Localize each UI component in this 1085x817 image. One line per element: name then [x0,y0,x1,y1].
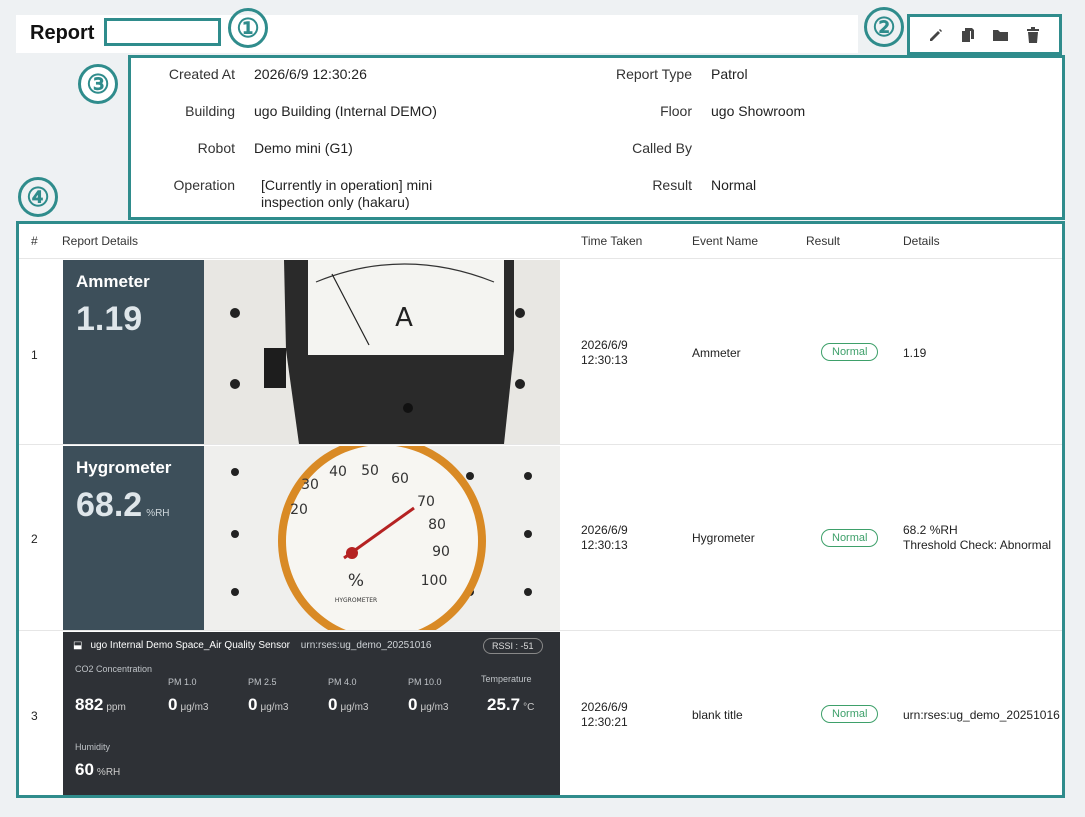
hygrometer-photo: 20 30 40 50 60 70 80 90 100 % HYGROMETER [204,446,560,630]
reading-value: 25.7 °C [487,695,535,714]
robot-icon: ⬓ [73,640,83,651]
time-taken: 2026/6/9 12:30:13 [581,523,628,552]
created-at-label: Created At [168,66,235,82]
reading-label: CO2 Concentration [75,664,153,674]
operation-label: Operation [173,177,235,193]
building-label: Building [185,103,235,119]
sensor-header: ⬓ ugo Internal Demo Space_Air Quality Sen… [73,640,431,651]
reading-label: PM 1.0 [168,677,197,687]
report-image-hygrometer[interactable]: Hygrometer 68.2 %RH 20 30 40 50 60 70 80… [63,446,560,630]
rssi-badge: RSSI : -51 [483,638,543,654]
folder-icon [993,29,1009,41]
building-value: ugo Building (Internal DEMO) [254,103,437,119]
details: 68.2 %RH Threshold Check: Abnormal [903,523,1052,552]
page-title: Report [30,22,95,44]
event-name: Ammeter [692,346,741,360]
time-taken: 2026/6/9 12:30:21 [581,700,628,729]
reading-value: 0 μg/m3 [168,695,209,714]
col-header-details: Details [903,234,940,248]
time-taken: 2026/6/9 12:30:13 [581,338,628,367]
details: 1.19 [903,346,927,360]
callout-1: ① [228,8,268,48]
table-row[interactable]: 1 Ammeter 1.19 A 2026/6/9 12:30:13 Ammet… [19,258,1062,444]
sensor-title: ugo Internal Demo Space_Air Quality Sens… [90,640,291,651]
reading-value: 0 μg/m3 [248,695,289,714]
svg-text:60: 60 [391,471,409,487]
reading-value: 0 μg/m3 [408,695,449,714]
created-at-value: 2026/6/9 12:30:26 [254,66,367,82]
svg-text:100: 100 [421,573,448,589]
result-value: Normal [711,177,757,193]
callout-4: ④ [18,177,58,217]
trash-icon [1026,26,1039,43]
svg-text:80: 80 [428,517,446,533]
svg-text:%: % [348,571,364,591]
air-quality-sensor-card[interactable]: ⬓ ugo Internal Demo Space_Air Quality Sen… [63,632,560,795]
callout-3: ③ [78,64,118,104]
table-row[interactable]: 3 ⬓ ugo Internal Demo Space_Air Quality S… [19,630,1062,796]
table-row[interactable]: 2 Hygrometer 68.2 %RH 20 30 40 50 60 70 … [19,444,1062,630]
status-badge: Normal [821,705,879,723]
reading-value: 0 μg/m3 [328,695,369,714]
report-meta-panel: Created At 2026/6/9 12:30:26 Report Type… [128,55,1065,220]
reading-value: 882 ppm [75,695,126,714]
called-by-label: Called By [632,140,692,156]
edit-button[interactable] [925,24,947,46]
robot-value: Demo mini (G1) [254,140,353,156]
svg-text:50: 50 [361,463,379,479]
status-badge: Normal [821,343,879,361]
floor-value: ugo Showroom [711,103,806,119]
col-header-num: # [31,234,38,248]
svg-text:HYGROMETER: HYGROMETER [335,597,377,604]
pencil-icon [930,28,943,41]
col-header-result: Result [806,234,841,248]
report-type-label: Report Type [615,66,692,82]
svg-text:20: 20 [290,502,308,518]
report-toolbar [907,14,1062,55]
report-type-value: Patrol [711,66,748,82]
result-label: Result [652,177,692,193]
svg-text:A: A [395,303,413,333]
event-name: blank title [692,708,743,722]
svg-text:40: 40 [329,464,347,480]
reading-label: Humidity [75,742,111,752]
reading-label: PM 4.0 [328,677,357,687]
sensor-urn: urn:rses:ug_demo_20251016 [300,640,432,651]
row-number: 2 [31,532,38,546]
copy-button[interactable] [957,24,979,46]
reading-panel: Ammeter 1.19 [63,260,204,444]
reading-label: Temperature [481,674,532,684]
col-header-time-taken: Time Taken [581,234,643,248]
svg-text:90: 90 [432,544,450,560]
reading-value: 1.19 [76,300,143,338]
col-header-event-name: Event Name [692,234,759,248]
reading-label: PM 2.5 [248,677,277,687]
callout-2: ② [864,7,904,47]
delete-button[interactable] [1022,24,1044,46]
reading-title: Hygrometer [76,458,172,477]
report-details-table: # Report Details Time Taken Event Name R… [16,221,1065,798]
svg-text:70: 70 [417,494,435,510]
floor-label: Floor [660,103,692,119]
reading-value: 68.2 %RH [76,486,170,524]
copy-icon [962,27,975,42]
operation-value: [Currently in operation] mini inspection… [261,177,433,210]
reading-value: 60 %RH [75,760,121,779]
reading-panel: Hygrometer 68.2 %RH [63,446,204,630]
row-number: 1 [31,348,38,362]
col-header-report-details: Report Details [62,234,139,248]
status-badge: Normal [821,529,879,547]
event-name: Hygrometer [692,531,755,545]
reading-label: PM 10.0 [408,677,442,687]
folder-button[interactable] [990,24,1012,46]
reading-title: Ammeter [76,272,150,291]
report-image-ammeter[interactable]: Ammeter 1.19 A [63,260,560,444]
report-title-input[interactable] [104,18,221,46]
robot-label: Robot [197,140,235,156]
details: urn:rses:ug_demo_20251016 [903,708,1060,722]
svg-text:30: 30 [301,477,319,493]
row-number: 3 [31,709,38,723]
ammeter-photo: A [204,260,560,444]
